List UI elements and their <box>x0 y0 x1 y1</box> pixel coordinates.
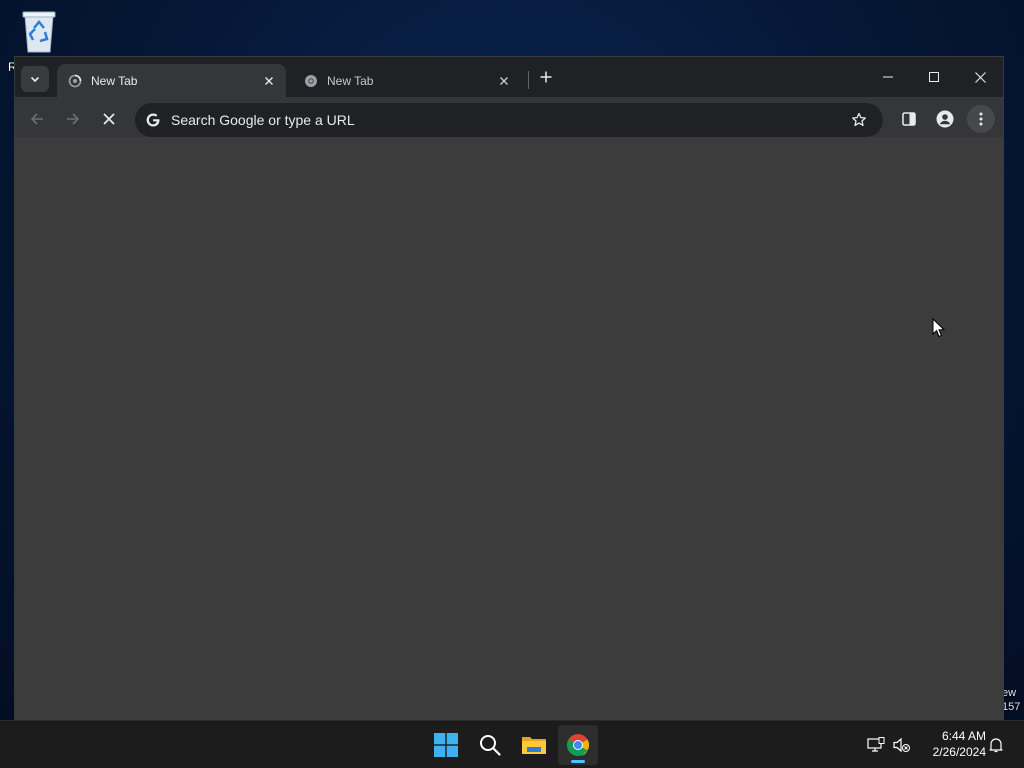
bell-icon <box>989 738 1003 753</box>
google-icon <box>145 112 161 128</box>
close-icon <box>265 76 273 85</box>
browser-window: New Tab New Tab <box>14 56 1004 720</box>
omnibox-input[interactable] <box>171 112 845 128</box>
tab-title: New Tab <box>327 73 374 88</box>
network-icon <box>867 737 885 752</box>
side-panel-icon <box>902 112 916 126</box>
chrome-menu-button[interactable] <box>967 105 995 133</box>
back-button[interactable] <box>23 105 51 133</box>
chrome-icon <box>567 734 589 756</box>
tab-new-tab-1[interactable]: New Tab <box>57 64 286 97</box>
close-icon <box>500 76 508 85</box>
tab-close-button[interactable] <box>495 72 513 90</box>
close-window-button[interactable] <box>957 61 1003 93</box>
taskbar-search-button[interactable] <box>470 725 510 765</box>
chrome-taskbar-button[interactable] <box>558 725 598 765</box>
arrow-right-icon <box>67 113 80 125</box>
taskbar-clock[interactable]: 6:44 AM 2/26/2024 <box>920 728 986 760</box>
start-button[interactable] <box>426 725 466 765</box>
stop-icon <box>103 113 115 125</box>
omnibox[interactable] <box>135 103 883 137</box>
windows-logo-icon <box>434 733 458 757</box>
speaker-muted-icon <box>893 737 910 753</box>
plus-icon <box>540 71 552 83</box>
volume-button[interactable] <box>892 735 912 755</box>
taskbar: 6:44 AM 2/26/2024 <box>0 720 1024 768</box>
new-tab-button[interactable] <box>535 66 557 88</box>
minimize-icon <box>883 76 893 78</box>
tab-title: New Tab <box>91 73 138 88</box>
profile-icon <box>936 110 954 128</box>
desktop-partial-text-2: 157 <box>1002 701 1021 713</box>
loading-spinner-icon <box>67 73 83 89</box>
browser-toolbar <box>15 97 1003 137</box>
file-explorer-button[interactable] <box>514 725 554 765</box>
maximize-icon <box>929 72 939 82</box>
desktop-partial-icon-label: ew 157 <box>1002 686 1024 714</box>
close-icon <box>974 71 986 83</box>
stop-loading-button[interactable] <box>95 105 123 133</box>
folder-icon <box>522 737 546 754</box>
search-icon <box>480 735 501 756</box>
bookmark-button[interactable] <box>845 106 873 134</box>
profile-button[interactable] <box>931 105 959 133</box>
active-app-indicator <box>571 760 585 763</box>
tab-close-button[interactable] <box>260 72 278 90</box>
forward-button[interactable] <box>59 105 87 133</box>
desktop-partial-text-1: ew <box>1002 687 1017 699</box>
maximize-button[interactable] <box>911 61 957 93</box>
mouse-cursor-icon <box>932 318 946 338</box>
tab-new-tab-2[interactable]: New Tab <box>293 64 521 97</box>
star-icon <box>852 112 866 127</box>
tab-search-button[interactable] <box>21 66 49 92</box>
network-status-button[interactable] <box>866 735 886 755</box>
tab-separator <box>528 71 529 89</box>
tab-strip: New Tab New Tab <box>15 57 1003 97</box>
minimize-button[interactable] <box>865 61 911 93</box>
side-panel-button[interactable] <box>895 105 923 133</box>
chevron-down-icon <box>30 76 40 83</box>
page-content-area[interactable] <box>15 137 1003 720</box>
clock-date: 2/26/2024 <box>932 745 986 759</box>
clock-time: 6:44 AM <box>941 729 986 743</box>
arrow-left-icon <box>30 113 43 125</box>
chrome-icon <box>303 73 319 89</box>
recycle-bin-icon <box>22 11 56 53</box>
notifications-button[interactable] <box>986 735 1006 755</box>
more-vert-icon <box>979 112 983 126</box>
